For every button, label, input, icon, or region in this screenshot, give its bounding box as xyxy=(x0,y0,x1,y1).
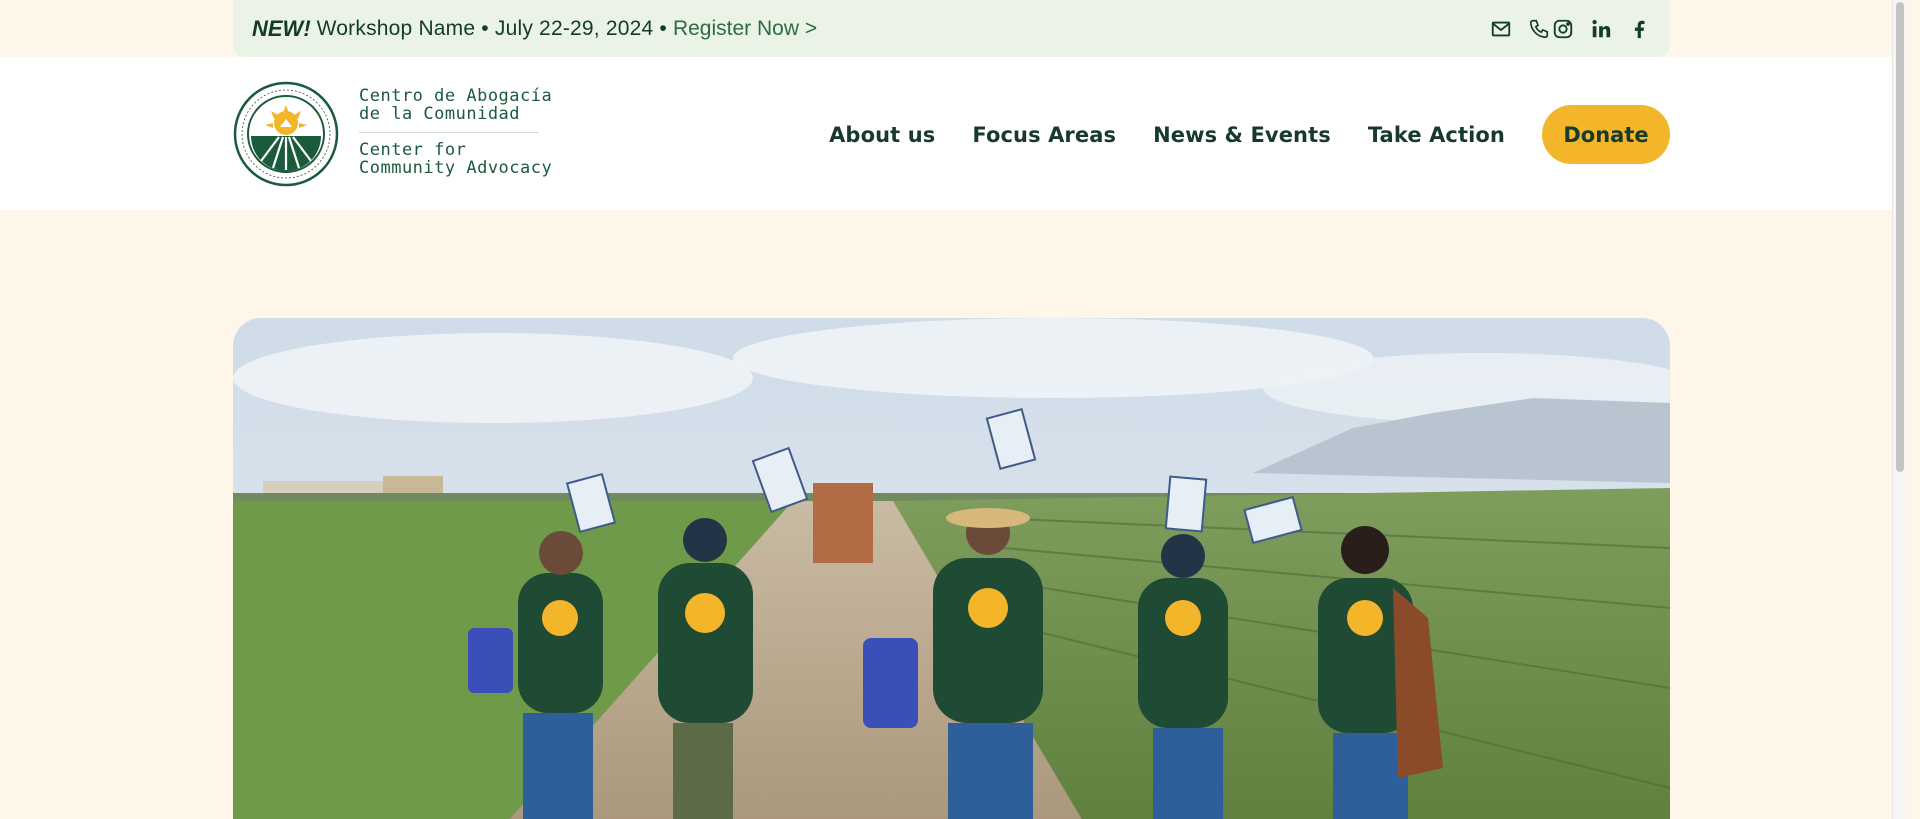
announcement-tag: NEW! xyxy=(252,15,311,41)
linkedin-icon[interactable] xyxy=(1588,16,1614,42)
social-links xyxy=(1488,16,1652,42)
facebook-icon[interactable] xyxy=(1626,16,1652,42)
nav-about-us[interactable]: About us xyxy=(829,123,935,147)
cca-logo[interactable] xyxy=(233,81,339,187)
brand-line-3: Center for xyxy=(359,140,467,160)
scrollbar-thumb[interactable] xyxy=(1896,2,1904,472)
hero-photo xyxy=(233,318,1670,819)
site-header: Centro de Abogacía de la Comunidad Cente… xyxy=(0,57,1906,210)
instagram-icon[interactable] xyxy=(1550,16,1576,42)
nav-focus-areas[interactable]: Focus Areas xyxy=(972,123,1116,147)
main-nav: About us Focus Areas News & Events Take … xyxy=(829,105,1670,164)
nav-news-events[interactable]: News & Events xyxy=(1153,123,1331,147)
phone-icon[interactable] xyxy=(1526,16,1552,42)
brand-divider xyxy=(359,132,539,133)
announcement-message: Workshop Name • July 22-29, 2024 • xyxy=(316,16,667,40)
brand-line-2: de la Comunidad xyxy=(359,104,521,124)
page: NEW! Workshop Name • July 22-29, 2024 • … xyxy=(0,0,1906,819)
brand-text[interactable]: Centro de Abogacía de la Comunidad Cente… xyxy=(359,87,552,177)
mail-icon[interactable] xyxy=(1488,16,1514,42)
brand-line-1: Centro de Abogacía xyxy=(359,86,553,106)
register-now-link[interactable]: Register Now > xyxy=(673,17,817,41)
announcement-bar: NEW! Workshop Name • July 22-29, 2024 • … xyxy=(233,0,1670,57)
page-scrollbar[interactable] xyxy=(1892,0,1906,819)
brand-line-4: Community Advocacy xyxy=(359,158,553,178)
donate-button[interactable]: Donate xyxy=(1542,105,1670,164)
nav-take-action[interactable]: Take Action xyxy=(1368,123,1505,147)
